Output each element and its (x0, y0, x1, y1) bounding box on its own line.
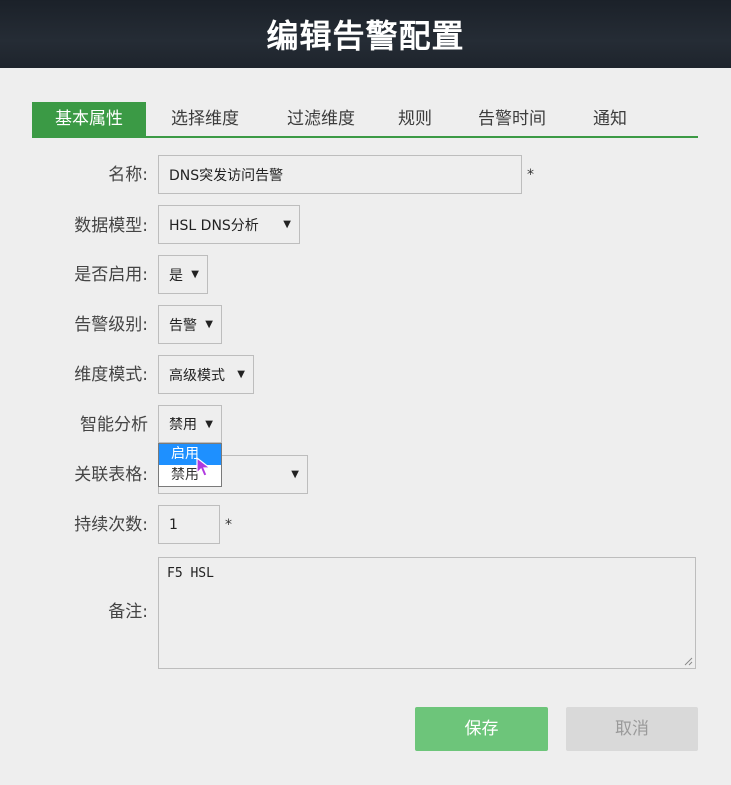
name-required-mark: * (527, 167, 534, 183)
tab-basic-properties[interactable]: 基本属性 (32, 102, 146, 136)
enabled-label: 是否启用: (74, 265, 148, 285)
cancel-button[interactable]: 取消 (566, 707, 698, 751)
tab-alert-time[interactable]: 告警时间 (462, 102, 562, 136)
duration-count-label: 持续次数: (74, 515, 148, 535)
alert-level-label: 告警级别: (74, 315, 148, 335)
dialog-body: 基本属性 选择维度 过滤维度 规则 告警时间 通知 名称: DNS突发访问告警 … (0, 68, 731, 785)
dimension-mode-value: 高级模式 (169, 367, 225, 384)
alert-level-select[interactable]: 告警 ▼ (158, 305, 222, 344)
tab-bar: 基本属性 选择维度 过滤维度 规则 告警时间 通知 (32, 102, 698, 138)
dialog-title: 编辑告警配置 (266, 17, 465, 55)
save-button[interactable]: 保存 (415, 707, 548, 751)
tab-select-dimensions[interactable]: 选择维度 (150, 102, 260, 136)
enabled-value: 是 (169, 267, 183, 284)
name-label: 名称: (108, 165, 148, 185)
tab-rules[interactable]: 规则 (382, 102, 448, 136)
remarks-textarea[interactable]: F5 HSL (158, 557, 696, 669)
tab-filter-dimensions[interactable]: 过滤维度 (266, 102, 376, 136)
remarks-value: F5 HSL (167, 566, 214, 581)
caret-down-icon: ▼ (205, 418, 213, 430)
smart-analysis-select[interactable]: 禁用 ▼ (158, 405, 222, 443)
name-input[interactable]: DNS突发访问告警 (158, 155, 522, 194)
caret-down-icon: ▼ (283, 219, 291, 230)
smart-analysis-label: 智能分析 (80, 415, 148, 435)
caret-down-icon: ▼ (191, 269, 199, 280)
tab-notify[interactable]: 通知 (578, 102, 642, 136)
dimension-mode-label: 维度模式: (74, 365, 148, 385)
data-model-label: 数据模型: (74, 216, 148, 236)
enabled-select[interactable]: 是 ▼ (158, 255, 208, 294)
dialog-header: 编辑告警配置 (0, 0, 731, 68)
caret-down-icon: ▼ (237, 369, 245, 380)
duration-count-input[interactable]: 1 (158, 505, 220, 544)
resize-handle-icon[interactable] (684, 657, 693, 666)
data-model-value: HSL DNS分析 (169, 217, 259, 234)
caret-down-icon: ▼ (291, 469, 299, 480)
related-table-label: 关联表格: (74, 465, 148, 485)
smart-analysis-value: 禁用 (169, 417, 197, 433)
caret-down-icon: ▼ (205, 319, 213, 330)
remarks-label: 备注: (108, 602, 148, 622)
duration-required-mark: * (225, 517, 232, 533)
mouse-cursor-icon (196, 457, 212, 477)
alert-level-value: 告警 (169, 317, 197, 334)
data-model-select[interactable]: HSL DNS分析 ▼ (158, 205, 300, 244)
smart-analysis-dropdown: 启用 禁用 (158, 443, 222, 487)
dimension-mode-select[interactable]: 高级模式 ▼ (158, 355, 254, 394)
